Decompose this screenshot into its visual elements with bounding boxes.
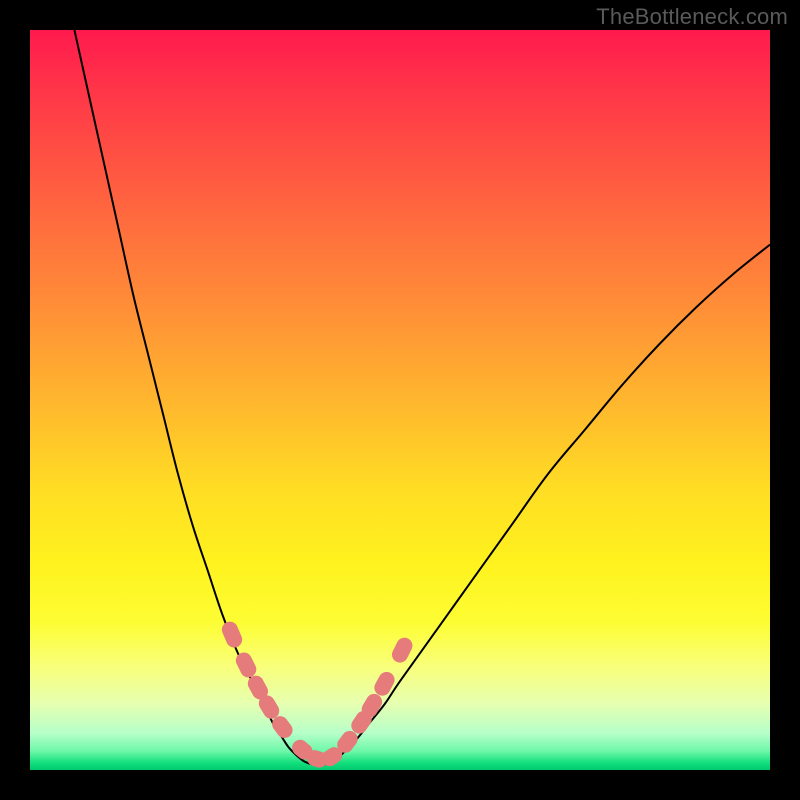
marker-capsule xyxy=(392,638,412,663)
marker-capsule xyxy=(272,716,292,738)
marker-group xyxy=(222,622,413,768)
bottleneck-chart xyxy=(30,30,770,770)
curve-path xyxy=(74,30,770,766)
attribution-text: TheBottleneck.com xyxy=(596,4,788,30)
marker-capsule xyxy=(362,694,382,717)
marker-capsule xyxy=(236,652,256,677)
marker-capsule xyxy=(259,695,279,718)
marker-capsule xyxy=(322,747,342,766)
marker-capsule xyxy=(337,731,357,753)
marker-capsule xyxy=(222,622,242,648)
